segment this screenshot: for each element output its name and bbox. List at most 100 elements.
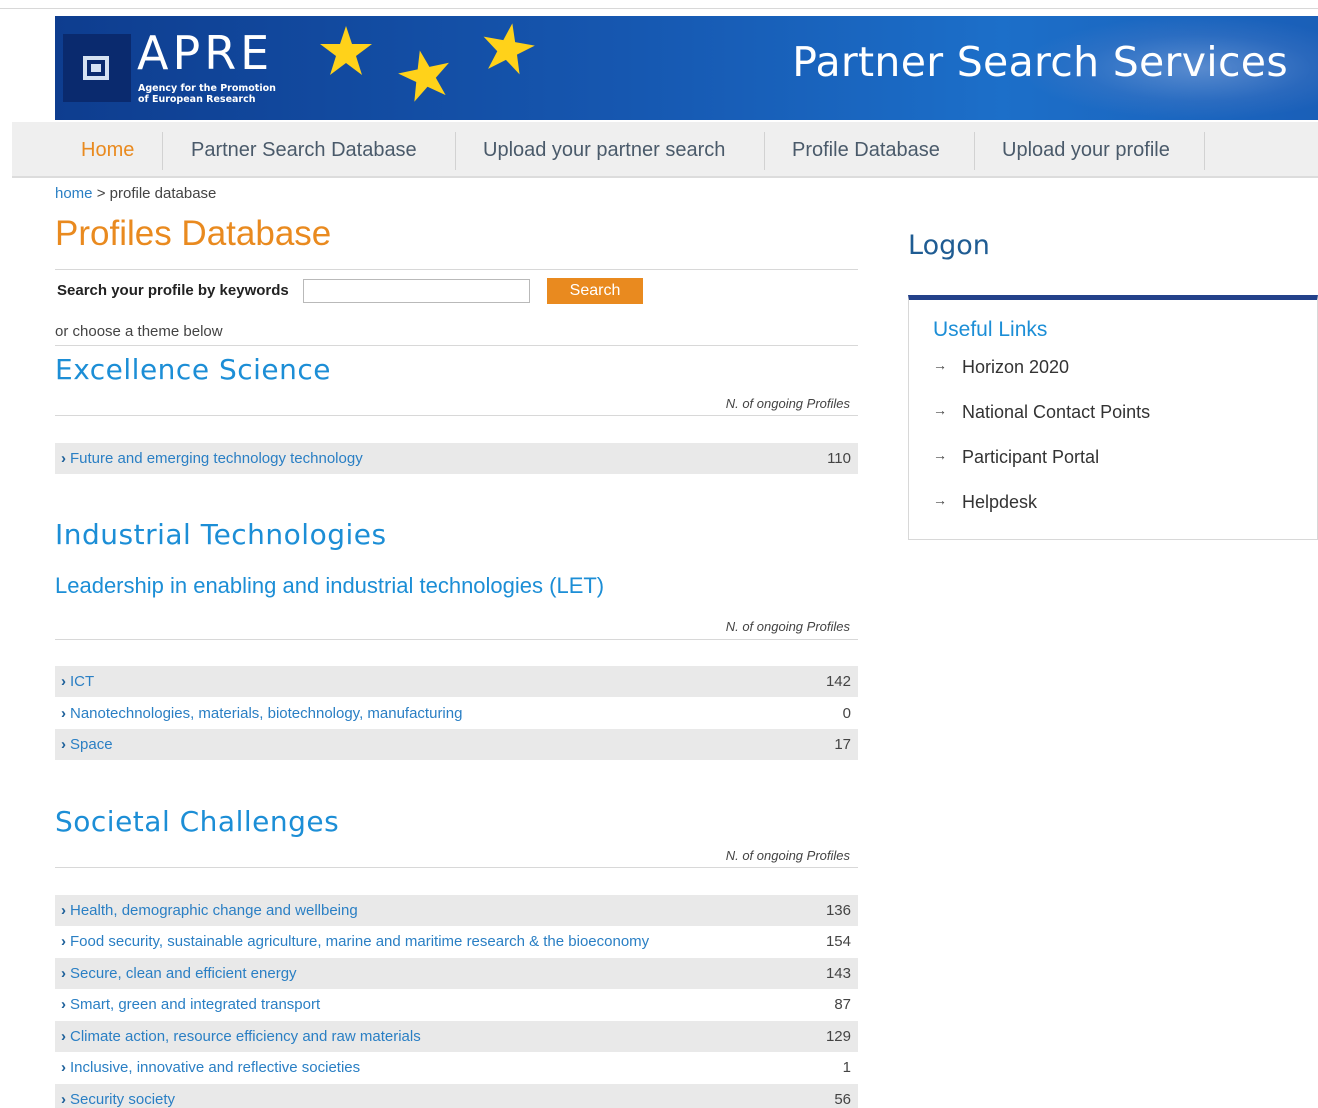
logo-subtitle-line-2: of European Research xyxy=(138,94,256,105)
useful-link-participant-portal[interactable]: → Participant Portal xyxy=(933,447,1099,468)
useful-link-label[interactable]: Horizon 2020 xyxy=(962,357,1069,377)
breadcrumb: home > profile database xyxy=(55,185,216,202)
search-input[interactable] xyxy=(303,279,530,303)
theme-row-count: 110 xyxy=(827,450,851,467)
theme-row[interactable]: › Climate action, resource efficiency and… xyxy=(55,1021,858,1052)
nav-separator xyxy=(764,132,765,170)
theme-row-count: 143 xyxy=(825,965,851,982)
breadcrumb-current: profile database xyxy=(109,185,217,202)
theme-row-label[interactable]: Inclusive, innovative and reflective soc… xyxy=(70,1059,360,1076)
chevron-right-icon: › xyxy=(61,736,66,753)
chevron-right-icon: › xyxy=(61,933,66,950)
star-icon xyxy=(483,23,535,75)
theme-row-count: 1 xyxy=(842,1059,851,1076)
theme-row-label[interactable]: Nanotechnologies, materials, biotechnolo… xyxy=(70,705,462,722)
theme-row-label[interactable]: Climate action, resource efficiency and … xyxy=(70,1028,421,1045)
theme-row[interactable]: › Security society 56 xyxy=(55,1084,858,1108)
section-subtitle-let: Leadership in enabling and industrial te… xyxy=(55,573,605,598)
chevron-right-icon: › xyxy=(61,450,66,467)
chevron-right-icon: › xyxy=(61,1091,66,1108)
useful-link-horizon-2020[interactable]: → Horizon 2020 xyxy=(933,357,1069,378)
nav-upload-profile[interactable]: Upload your profile xyxy=(1002,122,1170,176)
search-button[interactable]: Search xyxy=(547,278,643,304)
theme-row-link[interactable]: › Food security, sustainable agriculture,… xyxy=(61,926,649,957)
theme-row-link[interactable]: › Climate action, resource efficiency and… xyxy=(61,1021,421,1052)
theme-row-label[interactable]: Health, demographic change and wellbeing xyxy=(70,902,358,919)
nav-profile-database[interactable]: Profile Database xyxy=(792,122,940,176)
chevron-right-icon: › xyxy=(61,902,66,919)
page-title: Profiles Database xyxy=(55,214,332,253)
theme-row-link[interactable]: › Inclusive, innovative and reflective so… xyxy=(61,1052,360,1083)
star-icon xyxy=(398,50,449,102)
theme-row-count: 129 xyxy=(825,1028,851,1045)
theme-row-label[interactable]: Security society xyxy=(70,1091,175,1108)
theme-row-label[interactable]: ICT xyxy=(70,673,94,690)
useful-link-helpdesk[interactable]: → Helpdesk xyxy=(933,492,1037,513)
arrow-right-icon: → xyxy=(933,492,947,508)
apre-logo-text[interactable]: APRE xyxy=(137,26,273,80)
theme-row-link[interactable]: › Nanotechnologies, materials, biotechnol… xyxy=(61,698,462,729)
divider xyxy=(55,415,858,416)
theme-row-label[interactable]: Secure, clean and efficient energy xyxy=(70,965,297,982)
choose-theme-text: or choose a theme below xyxy=(55,323,223,340)
theme-row-label[interactable]: Future and emerging technology technolog… xyxy=(70,450,363,467)
chevron-right-icon: › xyxy=(61,965,66,982)
nav-separator xyxy=(1204,132,1205,170)
theme-row-label[interactable]: Space xyxy=(70,736,113,753)
chevron-right-icon: › xyxy=(61,996,66,1013)
main-nav: Home Partner Search Database Upload your… xyxy=(12,122,1318,178)
theme-row-link[interactable]: › Security society xyxy=(61,1084,175,1108)
chevron-right-icon: › xyxy=(61,1028,66,1045)
theme-row[interactable]: › Health, demographic change and wellbein… xyxy=(55,895,858,926)
section-title-excellence-science: Excellence Science xyxy=(55,353,331,386)
star-icon xyxy=(320,26,372,75)
theme-row-link[interactable]: › Secure, clean and efficient energy xyxy=(61,958,297,989)
divider xyxy=(55,867,858,868)
theme-row[interactable]: › Space 17 xyxy=(55,729,858,760)
column-header-ongoing-profiles: N. of ongoing Profiles xyxy=(725,396,850,411)
theme-row[interactable]: › Inclusive, innovative and reflective so… xyxy=(55,1052,858,1083)
theme-row-count: 142 xyxy=(825,673,851,690)
theme-row-label[interactable]: Food security, sustainable agriculture, … xyxy=(70,933,649,950)
apre-logo-subtitle: Agency for the Promotion of European Res… xyxy=(138,83,276,105)
theme-row[interactable]: › Food security, sustainable agriculture,… xyxy=(55,926,858,957)
useful-link-label[interactable]: Helpdesk xyxy=(962,492,1037,512)
theme-row[interactable]: › Secure, clean and efficient energy 143 xyxy=(55,958,858,989)
useful-link-label[interactable]: Participant Portal xyxy=(962,447,1099,467)
theme-row-count: 17 xyxy=(834,736,851,753)
theme-row-link[interactable]: › ICT xyxy=(61,666,94,697)
theme-row-label[interactable]: Smart, green and integrated transport xyxy=(70,996,320,1013)
arrow-right-icon: → xyxy=(933,447,947,463)
useful-link-national-contact-points[interactable]: → National Contact Points xyxy=(933,402,1150,423)
logo-subtitle-line-1: Agency for the Promotion xyxy=(138,83,276,94)
theme-row-count: 87 xyxy=(834,996,851,1013)
banner-title: Partner Search Services xyxy=(792,38,1288,86)
theme-row-count: 0 xyxy=(842,705,851,722)
theme-row-count: 56 xyxy=(834,1091,851,1108)
theme-row[interactable]: › ICT 142 xyxy=(55,666,858,697)
theme-row[interactable]: › Future and emerging technology technolo… xyxy=(55,443,858,474)
breadcrumb-home-link[interactable]: home xyxy=(55,185,93,202)
nav-home[interactable]: Home xyxy=(81,122,134,176)
divider xyxy=(55,345,858,346)
useful-links-panel: Useful Links → Horizon 2020 → National Con… xyxy=(908,295,1318,540)
chevron-right-icon: › xyxy=(61,1059,66,1076)
theme-row-link[interactable]: › Health, demographic change and wellbein… xyxy=(61,895,358,926)
column-header-ongoing-profiles: N. of ongoing Profiles xyxy=(725,619,850,634)
theme-row[interactable]: › Nanotechnologies, materials, biotechnol… xyxy=(55,698,858,729)
search-label: Search your profile by keywords xyxy=(57,282,289,299)
logon-heading[interactable]: Logon xyxy=(908,230,990,261)
theme-row-link[interactable]: › Space xyxy=(61,729,113,760)
useful-link-label[interactable]: National Contact Points xyxy=(962,402,1150,422)
nav-partner-search-database[interactable]: Partner Search Database xyxy=(191,122,417,176)
arrow-right-icon: → xyxy=(933,357,947,373)
theme-row[interactable]: › Smart, green and integrated transport 8… xyxy=(55,989,858,1020)
divider xyxy=(55,269,858,270)
nav-separator xyxy=(162,132,163,170)
theme-row-link[interactable]: › Smart, green and integrated transport xyxy=(61,989,320,1020)
apre-logo-icon[interactable] xyxy=(63,34,131,102)
theme-row-link[interactable]: › Future and emerging technology technolo… xyxy=(61,443,363,474)
theme-row-count: 154 xyxy=(825,933,851,950)
nav-upload-partner-search[interactable]: Upload your partner search xyxy=(483,122,725,176)
chevron-right-icon: › xyxy=(61,673,66,690)
